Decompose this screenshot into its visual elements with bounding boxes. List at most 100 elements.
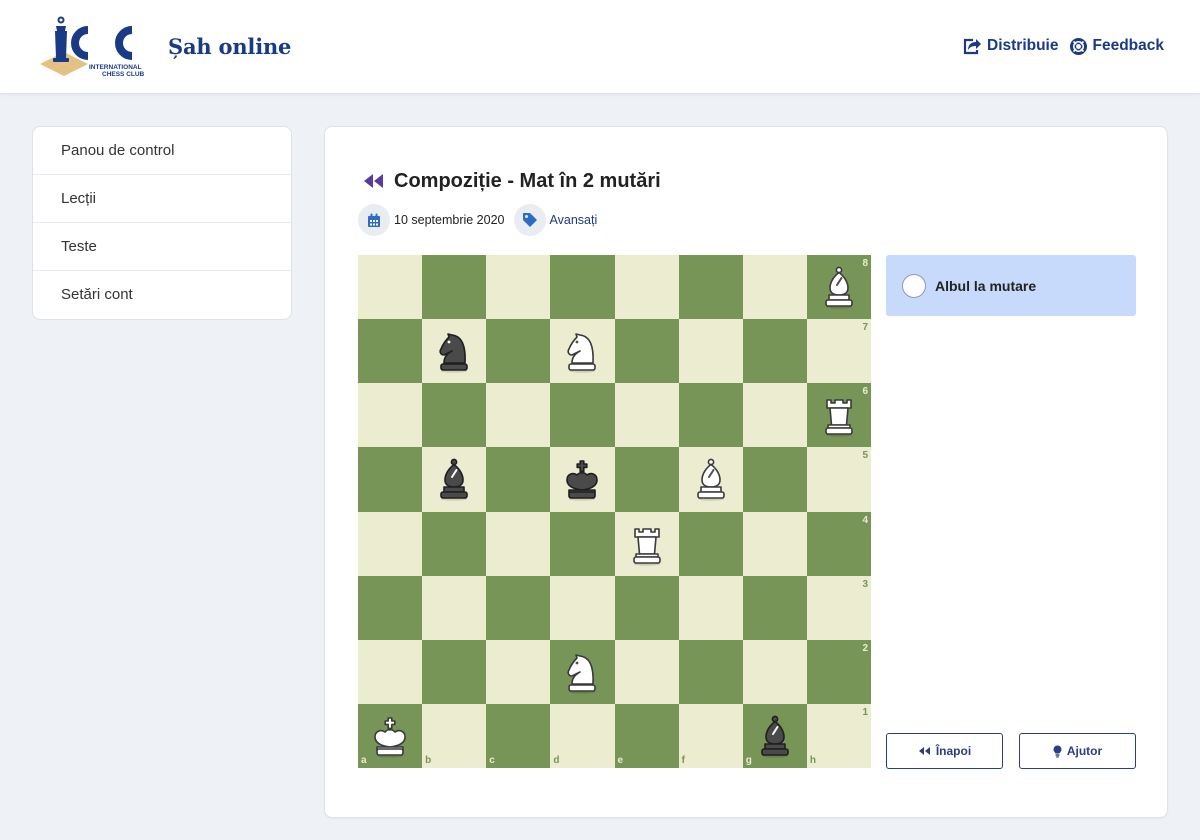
back-button[interactable]: Înapoi bbox=[886, 733, 1003, 769]
board-square-c4[interactable] bbox=[486, 511, 551, 576]
share-button[interactable]: Distribuie bbox=[963, 37, 1058, 55]
board-square-g4[interactable] bbox=[742, 511, 807, 576]
board-square-d3[interactable] bbox=[550, 575, 615, 640]
feedback-button[interactable]: Feedback bbox=[1070, 37, 1164, 55]
board-square-g8[interactable] bbox=[742, 255, 807, 320]
board-square-h7[interactable]: 7 bbox=[806, 319, 871, 384]
board-square-b7[interactable] bbox=[422, 319, 487, 384]
board-square-c8[interactable] bbox=[486, 255, 551, 320]
board-square-a6[interactable] bbox=[358, 383, 423, 448]
board-square-b1[interactable]: b bbox=[422, 703, 487, 768]
board-square-c3[interactable] bbox=[486, 575, 551, 640]
board-square-g5[interactable] bbox=[742, 447, 807, 512]
white-bishop-icon[interactable] bbox=[687, 455, 735, 503]
board-square-g7[interactable] bbox=[742, 319, 807, 384]
white-knight-icon[interactable] bbox=[558, 648, 606, 696]
board-square-b8[interactable] bbox=[422, 255, 487, 320]
board-square-a7[interactable] bbox=[358, 319, 423, 384]
board-square-a5[interactable] bbox=[358, 447, 423, 512]
icc-logo[interactable]: INTERNATIONAL CHESS CLUB bbox=[30, 14, 162, 80]
back-double-arrow-icon[interactable] bbox=[362, 172, 386, 190]
sidebar-nav: Panou de control Lecții Teste Setări con… bbox=[32, 126, 292, 320]
board-square-f8[interactable] bbox=[678, 255, 743, 320]
lesson-meta: 10 septembrie 2020 Avansați bbox=[358, 204, 597, 236]
black-knight-icon[interactable] bbox=[430, 327, 478, 375]
board-square-e3[interactable] bbox=[614, 575, 679, 640]
white-knight-icon[interactable] bbox=[558, 327, 606, 375]
board-square-c5[interactable] bbox=[486, 447, 551, 512]
file-label: e bbox=[617, 755, 624, 766]
board-square-f5[interactable] bbox=[678, 447, 743, 512]
board-square-b3[interactable] bbox=[422, 575, 487, 640]
share-icon bbox=[963, 38, 981, 54]
board-square-h2[interactable]: 2 bbox=[806, 639, 871, 704]
board-square-c2[interactable] bbox=[486, 639, 551, 704]
rank-label: 7 bbox=[862, 322, 868, 334]
white-rook-icon[interactable] bbox=[815, 391, 863, 439]
board-square-h3[interactable]: 3 bbox=[806, 575, 871, 640]
board-square-h5[interactable]: 5 bbox=[806, 447, 871, 512]
board-square-d4[interactable] bbox=[550, 511, 615, 576]
sidebar-item-dashboard[interactable]: Panou de control bbox=[33, 127, 291, 175]
board-square-d5[interactable] bbox=[550, 447, 615, 512]
board-square-h1[interactable]: 1h bbox=[806, 703, 871, 768]
board-square-e7[interactable] bbox=[614, 319, 679, 384]
board-square-b6[interactable] bbox=[422, 383, 487, 448]
white-bishop-icon[interactable] bbox=[815, 263, 863, 311]
board-square-d2[interactable] bbox=[550, 639, 615, 704]
board-square-g2[interactable] bbox=[742, 639, 807, 704]
feedback-label: Feedback bbox=[1092, 37, 1164, 54]
level-tag[interactable]: Avansați bbox=[550, 213, 598, 227]
board-square-f4[interactable] bbox=[678, 511, 743, 576]
help-button[interactable]: Ajutor bbox=[1019, 733, 1136, 769]
lesson-date: 10 septembrie 2020 bbox=[394, 213, 505, 227]
board-square-f7[interactable] bbox=[678, 319, 743, 384]
black-bishop-icon[interactable] bbox=[751, 712, 799, 760]
board-square-a1[interactable]: a bbox=[358, 703, 423, 768]
board-square-e6[interactable] bbox=[614, 383, 679, 448]
board-square-c1[interactable]: c bbox=[486, 703, 551, 768]
board-square-a4[interactable] bbox=[358, 511, 423, 576]
board-square-e8[interactable] bbox=[614, 255, 679, 320]
chess-board[interactable]: 8 7 65432 abcd e fg1h bbox=[358, 255, 871, 768]
board-square-e1[interactable]: e bbox=[614, 703, 679, 768]
black-bishop-icon[interactable] bbox=[430, 455, 478, 503]
site-title[interactable]: Șah online bbox=[168, 34, 291, 59]
board-square-g3[interactable] bbox=[742, 575, 807, 640]
board-square-f3[interactable] bbox=[678, 575, 743, 640]
board-square-h4[interactable]: 4 bbox=[806, 511, 871, 576]
board-square-d1[interactable]: d bbox=[550, 703, 615, 768]
board-square-g6[interactable] bbox=[742, 383, 807, 448]
board-square-a8[interactable] bbox=[358, 255, 423, 320]
board-square-e4[interactable] bbox=[614, 511, 679, 576]
board-square-c7[interactable] bbox=[486, 319, 551, 384]
board-square-e2[interactable] bbox=[614, 639, 679, 704]
calendar-icon bbox=[368, 213, 380, 227]
board-square-c6[interactable] bbox=[486, 383, 551, 448]
file-label: d bbox=[553, 755, 560, 766]
sidebar-item-tests[interactable]: Teste bbox=[33, 223, 291, 271]
board-square-e5[interactable] bbox=[614, 447, 679, 512]
board-square-b4[interactable] bbox=[422, 511, 487, 576]
board-square-d7[interactable] bbox=[550, 319, 615, 384]
board-square-a3[interactable] bbox=[358, 575, 423, 640]
board-square-f1[interactable]: f bbox=[678, 703, 743, 768]
board-square-h6[interactable]: 6 bbox=[806, 383, 871, 448]
white-rook-icon[interactable] bbox=[623, 520, 671, 568]
tag-icon bbox=[522, 213, 537, 227]
double-left-arrow-icon bbox=[918, 747, 930, 755]
board-square-g1[interactable]: g bbox=[742, 703, 807, 768]
board-square-b5[interactable] bbox=[422, 447, 487, 512]
board-square-d8[interactable] bbox=[550, 255, 615, 320]
sidebar-item-lessons[interactable]: Lecții bbox=[33, 175, 291, 223]
board-square-f6[interactable] bbox=[678, 383, 743, 448]
sidebar-item-account-settings[interactable]: Setări cont bbox=[33, 271, 291, 319]
board-square-f2[interactable] bbox=[678, 639, 743, 704]
board-square-d6[interactable] bbox=[550, 383, 615, 448]
board-square-h8[interactable]: 8 bbox=[806, 255, 871, 320]
board-square-b2[interactable] bbox=[422, 639, 487, 704]
white-king-icon[interactable] bbox=[366, 712, 414, 760]
black-king-icon[interactable] bbox=[558, 455, 606, 503]
calendar-icon-badge bbox=[358, 204, 390, 236]
board-square-a2[interactable] bbox=[358, 639, 423, 704]
